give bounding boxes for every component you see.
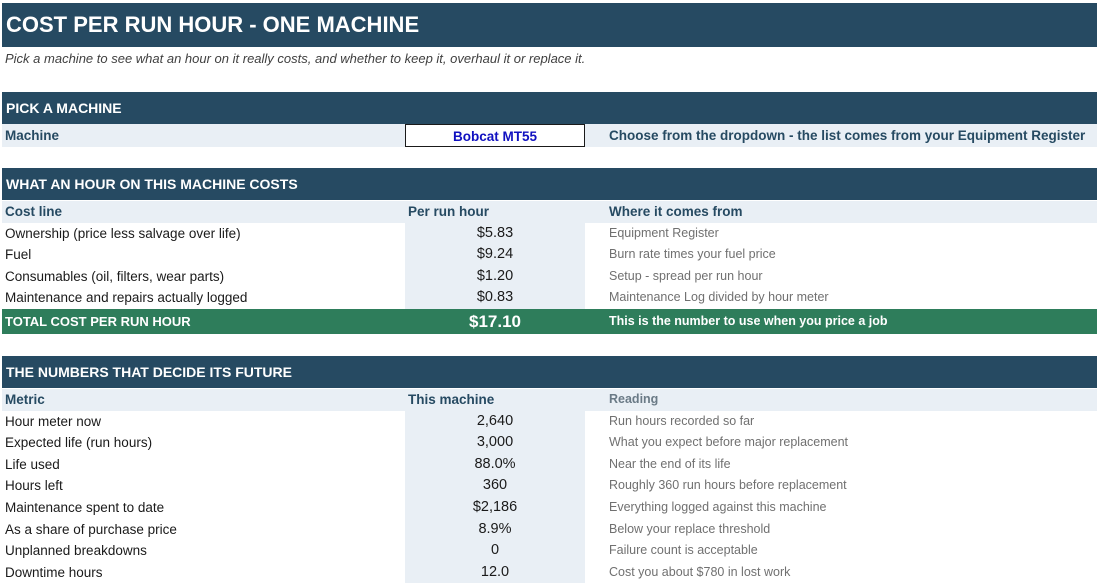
col-header-reading: Reading (609, 392, 659, 406)
metric-label: Maintenance spent to date (5, 500, 165, 515)
col-header-this-machine: This machine (405, 389, 585, 411)
cost-value: $0.83 (405, 287, 585, 309)
table-row: Life used 88.0% Near the end of its life (2, 453, 1097, 476)
table-row: Downtime hours 12.0 Cost you about $780 … (2, 561, 1097, 584)
cost-label: Ownership (price less salvage over life) (5, 225, 241, 241)
machine-select-row: Machine Bobcat MT55 Choose from the drop… (2, 124, 1097, 147)
metric-reading: Failure count is acceptable (609, 543, 758, 558)
cost-value: $1.20 (405, 265, 585, 288)
machine-hint: Choose from the dropdown - the list come… (609, 128, 1086, 143)
metric-value: $2,186 (405, 497, 585, 519)
machine-dropdown[interactable]: Bobcat MT55 (405, 124, 585, 147)
metric-value: 2,640 (405, 410, 585, 433)
table-row: Maintenance spent to date $2,186 Everyth… (2, 497, 1097, 519)
table-row: Hours left 360 Roughly 360 run hours bef… (2, 475, 1097, 497)
metric-value: 360 (405, 475, 585, 497)
metric-label: Unplanned breakdowns (5, 543, 147, 559)
metric-value: 3,000 (405, 432, 585, 454)
col-header-per-run-hour: Per run hour (405, 201, 585, 223)
cost-source: Maintenance Log divided by hour meter (609, 290, 829, 305)
section-header-future: THE NUMBERS THAT DECIDE ITS FUTURE (2, 356, 1097, 388)
table-row: Expected life (run hours) 3,000 What you… (2, 432, 1097, 454)
metric-reading: Below your replace threshold (609, 521, 771, 536)
total-cost-row: TOTAL COST PER RUN HOUR $17.10 This is t… (2, 309, 1097, 334)
cost-source: Equipment Register (609, 225, 719, 240)
metric-value: 88.0% (405, 453, 585, 476)
table-row: Maintenance and repairs actually logged … (2, 287, 1097, 309)
total-value: $17.10 (405, 309, 585, 334)
metric-value: 0 (405, 540, 585, 562)
page-title: COST PER RUN HOUR - ONE MACHINE (2, 3, 1097, 47)
cost-label: Maintenance and repairs actually logged (5, 290, 248, 306)
metric-value: 8.9% (405, 518, 585, 541)
metric-reading: Roughly 360 run hours before replacement (609, 478, 847, 493)
cost-source: Burn rate times your fuel price (609, 247, 776, 262)
table-row: Ownership (price less salvage over life)… (2, 222, 1097, 245)
section-header-pick-machine: PICK A MACHINE (2, 92, 1097, 124)
section-header-costs: WHAT AN HOUR ON THIS MACHINE COSTS (2, 168, 1097, 200)
metric-reading: Cost you about $780 in lost work (609, 564, 791, 579)
metric-label: Life used (5, 456, 60, 472)
metric-reading: Near the end of its life (609, 456, 731, 471)
cost-value: $9.24 (405, 244, 585, 266)
table-row: Fuel $9.24 Burn rate times your fuel pri… (2, 244, 1097, 266)
machine-label: Machine (5, 128, 60, 143)
metric-reading: Everything logged against this machine (609, 500, 827, 514)
total-label: TOTAL COST PER RUN HOUR (5, 314, 191, 329)
metric-label: Hour meter now (5, 413, 102, 429)
total-note: This is the number to use when you price… (609, 314, 888, 328)
metric-reading: Run hours recorded so far (609, 413, 755, 428)
table-row: Hour meter now 2,640 Run hours recorded … (2, 410, 1097, 433)
cost-value: $5.83 (405, 222, 585, 245)
cost-source: Setup - spread per run hour (609, 268, 763, 283)
page-subtitle: Pick a machine to see what an hour on it… (5, 51, 586, 66)
metric-label: Expected life (run hours) (5, 435, 153, 451)
future-column-headers: Metric This machine Reading (2, 389, 1097, 411)
cost-label: Fuel (5, 247, 32, 263)
table-row: As a share of purchase price 8.9% Below … (2, 518, 1097, 541)
col-header-source: Where it comes from (609, 204, 743, 219)
metric-label: Hours left (5, 478, 63, 494)
metric-value: 12.0 (405, 561, 585, 584)
costs-column-headers: Cost line Per run hour Where it comes fr… (2, 201, 1097, 223)
table-row: Consumables (oil, filters, wear parts) $… (2, 265, 1097, 288)
metric-reading: What you expect before major replacement (609, 435, 849, 450)
table-row: Unplanned breakdowns 0 Failure count is … (2, 540, 1097, 562)
metric-label: Downtime hours (5, 564, 103, 580)
metric-label: As a share of purchase price (5, 521, 177, 537)
col-header-metric: Metric (5, 392, 45, 407)
col-header-cost-line: Cost line (5, 204, 63, 219)
cost-label: Consumables (oil, filters, wear parts) (5, 268, 225, 284)
